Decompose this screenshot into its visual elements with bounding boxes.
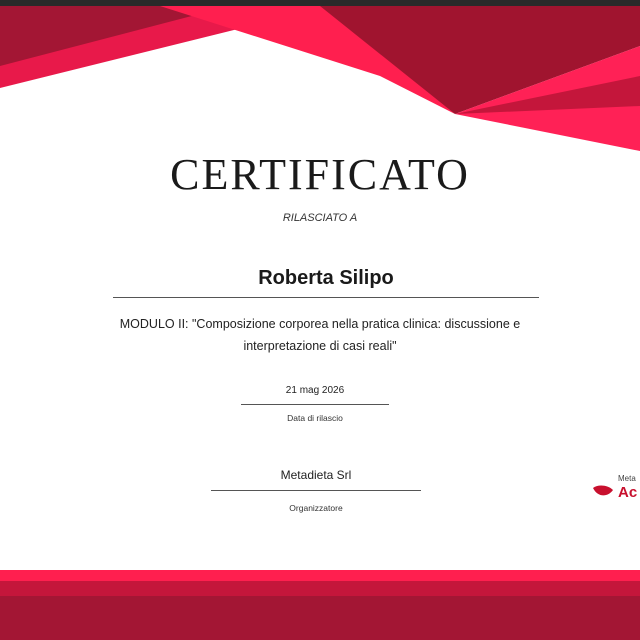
course-title-line-2: interpretazione di casi reali" [243,339,397,353]
issue-date-underline [241,404,389,405]
logo-small-text: Meta [618,474,636,483]
bottom-decoration [0,570,640,640]
certificate-page: CERTIFICATO RILASCIATO A Roberta Silipo … [0,0,640,640]
organizer-name: Metadieta Srl [280,468,352,482]
issue-date: 21 mag 2026 [285,385,345,396]
issued-to-label: RILASCIATO A [282,212,358,224]
organizer-underline [211,490,421,491]
course-title-line-1: MODULO II: "Composizione corporea nella … [119,317,521,331]
logo-big-text: Ac [618,484,638,501]
recipient-underline [113,297,539,298]
course-title: MODULO II: "Composizione corporea nella … [110,313,530,357]
issue-date-label: Data di rilascio [287,413,343,423]
academy-logo: Meta Ac [590,474,640,504]
organizer-label: Organizzatore [289,503,343,513]
top-decoration [0,6,640,151]
recipient-name: Roberta Silipo [258,267,394,289]
leaf-icon [593,485,613,496]
certificate-title: CERTIFICATO [170,150,470,199]
